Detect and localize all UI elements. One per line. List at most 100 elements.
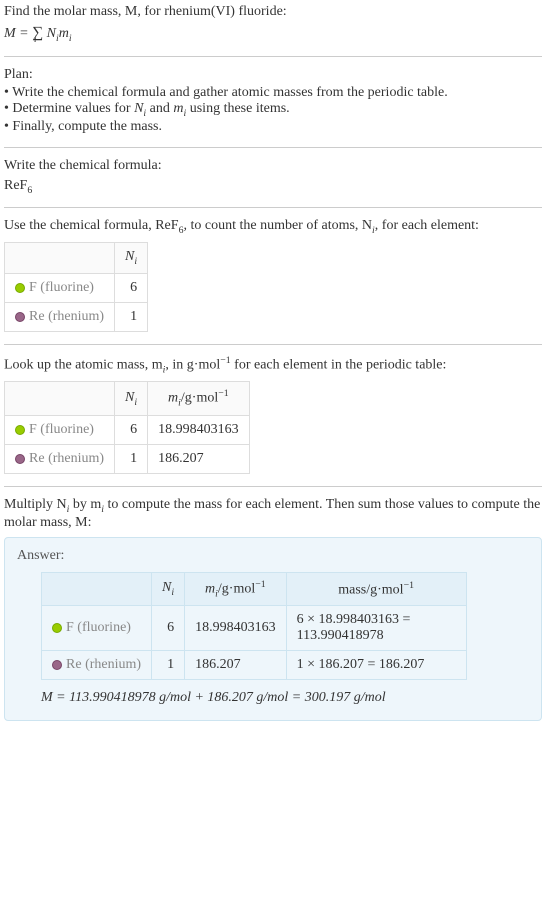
ni-label: N: [125, 390, 134, 405]
table-header-mi: mi/g·mol−1: [148, 382, 250, 415]
mi-value: 186.207: [185, 651, 287, 680]
element-name: (rhenium): [48, 309, 104, 324]
mass-text: Look up the atomic mass, mi, in g·mol−1 …: [4, 355, 542, 375]
ni-sub: i: [134, 397, 137, 408]
mass-text-3: for each element in the periodic table:: [231, 358, 447, 373]
element-swatch-icon: [52, 623, 62, 633]
mass-sup: −1: [404, 580, 414, 591]
formula-base: ReF: [4, 178, 27, 193]
table-header-blank: [5, 382, 115, 415]
table-header-blank: [5, 243, 115, 274]
ni-sub: i: [134, 256, 137, 267]
table-header-row: Ni mi/g·mol−1 mass/g·mol−1: [42, 572, 467, 605]
element-cell: Re (rhenium): [42, 651, 152, 680]
formula-sub: 6: [27, 184, 32, 195]
multiply-section: Multiply Ni by mi to compute the mass fo…: [4, 497, 542, 721]
element-cell: Re (rhenium): [5, 444, 115, 473]
element-swatch-icon: [15, 454, 25, 464]
ni-value: 1: [115, 444, 148, 473]
mi-unit: /g·mol: [218, 581, 255, 596]
element-cell: F (fluorine): [5, 273, 115, 302]
mass-text-2: , in g·mol: [165, 358, 220, 373]
mass-sup: −1: [220, 355, 230, 366]
mi-value: 18.998403163: [148, 415, 250, 444]
divider: [4, 56, 542, 57]
mi-sup: −1: [255, 579, 265, 590]
mi-sup: −1: [218, 388, 228, 399]
element-symbol: Re: [29, 451, 45, 466]
table-header-blank: [42, 572, 152, 605]
count-section: Use the chemical formula, ReF 6 , to count…: [4, 218, 542, 332]
plan-item: • Determine values for Ni and mi using t…: [4, 101, 542, 119]
mult-text-2: by m: [69, 497, 101, 512]
formula-title: Write the chemical formula:: [4, 158, 542, 174]
divider: [4, 344, 542, 345]
sigma-icon: ∑i: [32, 24, 43, 41]
answer-result: M = 113.990418978 g/mol + 186.207 g/mol …: [41, 690, 529, 706]
table-row: Re (rhenium) 1: [5, 302, 148, 331]
plan-title: Plan:: [4, 67, 542, 83]
ni-label: N: [125, 249, 134, 264]
count-text-2: , to count the number of atoms, N: [183, 218, 372, 233]
divider: [4, 207, 542, 208]
plan-list: • Write the chemical formula and gather …: [4, 85, 542, 135]
table-header-mass: mass/g·mol−1: [286, 572, 466, 605]
mi-value: 18.998403163: [185, 606, 287, 651]
mass-value: 6 × 18.998403163 = 113.990418978: [286, 606, 466, 651]
element-swatch-icon: [52, 660, 62, 670]
count-text-1: Use the chemical formula, ReF: [4, 218, 179, 233]
divider: [4, 486, 542, 487]
intro-section: Find the molar mass, M, for rhenium(VI) …: [4, 4, 542, 44]
mass-label: mass/g·mol: [338, 582, 403, 597]
table-row: F (fluorine) 6: [5, 273, 148, 302]
chemical-formula: ReF6: [4, 178, 542, 196]
multiply-text: Multiply Ni by mi to compute the mass fo…: [4, 497, 542, 531]
ni-label: N: [162, 580, 171, 595]
element-name: (rhenium): [48, 451, 104, 466]
intro-text: Find the molar mass, M, for rhenium(VI) …: [4, 4, 542, 20]
element-cell: Re (rhenium): [5, 302, 115, 331]
ni-value: 1: [115, 302, 148, 331]
element-symbol: F: [29, 280, 37, 295]
formula-section: Write the chemical formula: ReF6: [4, 158, 542, 196]
table-row: Re (rhenium) 1 186.207: [5, 444, 250, 473]
divider: [4, 147, 542, 148]
count-text: Use the chemical formula, ReF6, to count…: [4, 218, 542, 236]
formula-m: m: [59, 26, 69, 41]
mi-label: m: [205, 581, 215, 596]
element-name: (fluorine): [40, 422, 94, 437]
mass-value: 1 × 186.207 = 186.207: [286, 651, 466, 680]
formula-eq: =: [16, 26, 32, 41]
intro-formula: M = ∑i Nimi: [4, 24, 542, 44]
mi-label: m: [168, 391, 178, 406]
element-swatch-icon: [15, 283, 25, 293]
table-row: F (fluorine) 6 18.998403163 6 × 18.99840…: [42, 606, 467, 651]
table-header-ni: Ni: [152, 572, 185, 605]
mass-table: Ni mi/g·mol−1 F (fluorine) 6 18.99840316…: [4, 381, 250, 473]
mult-text-1: Multiply N: [4, 497, 67, 512]
element-cell: F (fluorine): [42, 606, 152, 651]
ni-value: 6: [115, 273, 148, 302]
formula-lhs: M: [4, 26, 16, 41]
count-table: Ni F (fluorine) 6 Re (rhenium) 1: [4, 242, 148, 332]
table-header-mi: mi/g·mol−1: [185, 572, 287, 605]
table-header-row: Ni mi/g·mol−1: [5, 382, 250, 415]
formula-n: N: [47, 26, 56, 41]
table-row: Re (rhenium) 1 186.207 1 × 186.207 = 186…: [42, 651, 467, 680]
sigma-sub: i: [34, 34, 37, 44]
table-row: F (fluorine) 6 18.998403163: [5, 415, 250, 444]
plan-section: Plan: • Write the chemical formula and g…: [4, 67, 542, 135]
plan-item: • Finally, compute the mass.: [4, 119, 542, 135]
element-name: (fluorine): [40, 280, 94, 295]
mi-value: 186.207: [148, 444, 250, 473]
ni-value: 6: [115, 415, 148, 444]
intro-line1: Find the molar mass, M, for rhenium(VI) …: [4, 4, 287, 19]
plan-item: • Write the chemical formula and gather …: [4, 85, 542, 101]
answer-label: Answer:: [17, 548, 529, 564]
table-header-ni: Ni: [115, 243, 148, 274]
element-swatch-icon: [15, 312, 25, 322]
answer-table: Ni mi/g·mol−1 mass/g·mol−1 F (fluorine) …: [41, 572, 467, 680]
element-name: (rhenium): [85, 657, 141, 672]
element-symbol: F: [66, 620, 74, 635]
ni-value: 1: [152, 651, 185, 680]
